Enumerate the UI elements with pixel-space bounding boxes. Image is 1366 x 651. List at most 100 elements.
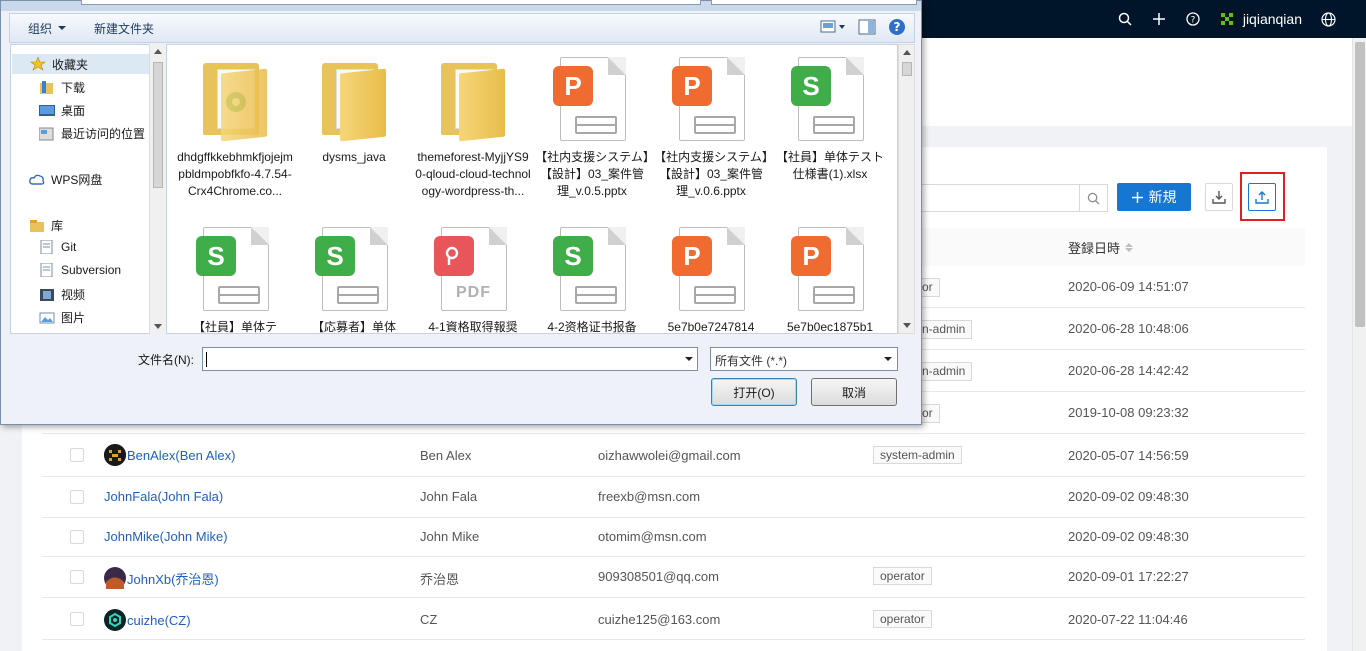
date-column-header[interactable]: 登録日時: [1068, 238, 1134, 257]
new-button-label: 新規: [1148, 189, 1177, 205]
created-date: 2019-10-08 09:23:32: [1068, 405, 1189, 420]
user-menu[interactable]: jiqianqian: [1218, 11, 1302, 27]
file-item[interactable]: S 【社員】单体テ: [177, 223, 293, 333]
role-tag: operator: [873, 610, 932, 628]
nav-item-desktop[interactable]: 桌面: [39, 102, 85, 119]
pptx-file-icon: P: [671, 223, 751, 313]
nav-label: 最近访问的位置: [61, 127, 146, 141]
globe-icon[interactable]: [1320, 11, 1336, 27]
svg-text:?: ?: [894, 20, 901, 34]
nav-item-libraries[interactable]: 库: [29, 217, 63, 234]
plus-icon[interactable]: [1151, 11, 1167, 27]
nav-item-videos[interactable]: 视频: [39, 286, 85, 303]
date-header-label: 登録日時: [1068, 241, 1121, 256]
organize-menu[interactable]: 组织: [28, 20, 67, 37]
search-icon[interactable]: [1079, 185, 1107, 211]
folder-icon: [195, 53, 275, 143]
display-name: John Fala: [420, 489, 478, 504]
email: 909308501@qq.com: [598, 569, 719, 584]
file-item[interactable]: P 【社内支援システム】【設計】03_案件管理_v.0.6.pptx: [653, 53, 769, 200]
dialog-search-box[interactable]: [711, 0, 917, 5]
file-item[interactable]: themeforest-MyjjYS90-qloud-cloud-technol…: [415, 53, 531, 200]
nav-label: 下载: [61, 81, 86, 95]
nav-label: 库: [51, 219, 64, 233]
nav-item-pictures[interactable]: 图片: [39, 309, 85, 326]
file-list-scrollbar[interactable]: [898, 44, 915, 334]
row-checkbox[interactable]: [70, 490, 84, 504]
scroll-up-icon: [903, 50, 911, 55]
nav-item-wps-cloud[interactable]: WPS网盘: [29, 171, 102, 188]
email: otomim@msn.com: [598, 529, 707, 544]
download-folder-icon: [39, 80, 55, 95]
navigation-pane: 收藏夹 下载 桌面 最近访问的位置 WPS网盘 库 Git Subversion…: [10, 44, 165, 334]
help-icon[interactable]: ?: [1185, 11, 1201, 27]
file-item[interactable]: P 5e7b0ec1875b1: [772, 223, 888, 333]
folder-icon: [314, 53, 394, 143]
new-button[interactable]: 新規: [1117, 183, 1191, 211]
document-library-icon: [39, 262, 55, 278]
file-item[interactable]: dysms_java: [296, 53, 412, 166]
user-name-link[interactable]: JohnXb(乔治恩): [104, 567, 219, 589]
role-tag: system-admin: [873, 446, 962, 464]
preview-pane-icon[interactable]: [858, 19, 876, 38]
nav-item-recent[interactable]: 最近访问的位置: [38, 125, 146, 142]
sort-icon: [1125, 243, 1134, 252]
row-checkbox[interactable]: [70, 448, 84, 462]
new-folder-button[interactable]: 新建文件夹: [94, 20, 154, 37]
avatar: [104, 444, 126, 466]
file-item[interactable]: S 4-2资格证书报备: [534, 223, 650, 334]
created-date: 2020-09-02 09:48:30: [1068, 529, 1189, 544]
chevron-down-icon[interactable]: [685, 357, 693, 361]
file-item[interactable]: P 5e7b0e7247814: [653, 223, 769, 333]
row-checkbox[interactable]: [70, 570, 84, 584]
nav-item-favorites[interactable]: 收藏夹: [12, 54, 158, 74]
created-date: 2020-06-28 10:48:06: [1068, 321, 1189, 336]
page-scrollbar[interactable]: [1352, 38, 1366, 651]
cloud-icon: [29, 173, 45, 187]
avatar: [104, 567, 126, 589]
row-checkbox[interactable]: [70, 612, 84, 626]
chevron-down-icon: [58, 26, 67, 30]
user-name-link[interactable]: JohnFala(John Fala): [104, 489, 223, 504]
picture-library-icon: [39, 311, 55, 325]
pptx-file-icon: P: [790, 223, 870, 313]
table-row[interactable]: JohnMike(John Mike) John Mike otomim@msn…: [42, 518, 1305, 557]
help-icon[interactable]: ?: [888, 18, 906, 39]
change-view-icon[interactable]: [820, 19, 846, 38]
filetype-select[interactable]: 所有文件 (*.*): [710, 347, 898, 371]
open-button[interactable]: 打开(O): [711, 378, 797, 406]
dialog-address-strip: [1, 0, 921, 11]
nav-label: WPS网盘: [51, 173, 103, 187]
search-icon[interactable]: [1117, 11, 1133, 27]
xlsx-file-icon: S: [790, 53, 870, 143]
user-name-link[interactable]: BenAlex(Ben Alex): [104, 444, 235, 466]
table-row[interactable]: JohnFala(John Fala) John Fala freexb@msn…: [42, 477, 1305, 518]
row-checkbox[interactable]: [70, 530, 84, 544]
table-row[interactable]: cuizhe(CZ) CZ cuizhe125@163.com operator…: [42, 598, 1305, 640]
filename-input[interactable]: [202, 347, 698, 371]
created-date: 2020-07-22 11:04:46: [1068, 612, 1188, 627]
email: cuizhe125@163.com: [598, 612, 721, 627]
nav-item-subversion[interactable]: Subversion: [39, 262, 121, 278]
download-button[interactable]: [1205, 183, 1233, 211]
role-tag: operator: [873, 567, 932, 585]
file-item[interactable]: PDF 4-1資格取得報奨: [415, 223, 531, 333]
table-row[interactable]: BenAlex(Ben Alex) Ben Alex oizhawwolei@g…: [42, 434, 1305, 477]
nav-scrollbar[interactable]: [149, 44, 165, 334]
user-name-link[interactable]: cuizhe(CZ): [104, 609, 191, 631]
file-item[interactable]: P 【社内支援システム】【設計】03_案件管理_v.0.5.pptx: [534, 53, 650, 200]
cancel-button[interactable]: 取消: [811, 378, 897, 406]
organize-label: 组织: [28, 21, 53, 36]
file-item[interactable]: S 【社員】单体テスト仕様書(1).xlsx: [772, 53, 888, 183]
document-library-icon: [39, 239, 55, 255]
file-item[interactable]: dhdgffkkebhmkfjojejmpbldmpobfkfo-4.7.54-…: [177, 53, 293, 200]
file-name: 4-2资格证书报备: [547, 320, 637, 334]
user-name-link[interactable]: JohnMike(John Mike): [104, 529, 228, 544]
search-input[interactable]: [912, 184, 1108, 212]
table-row[interactable]: JohnXb(乔治恩) 乔治恩 909308501@qq.com operato…: [42, 557, 1305, 598]
file-item[interactable]: S 【応募者】单体: [296, 223, 412, 333]
user-name: cuizhe(CZ): [127, 612, 191, 628]
nav-item-downloads[interactable]: 下载: [39, 79, 85, 96]
nav-item-git[interactable]: Git: [39, 239, 76, 255]
address-bar[interactable]: [81, 0, 701, 5]
